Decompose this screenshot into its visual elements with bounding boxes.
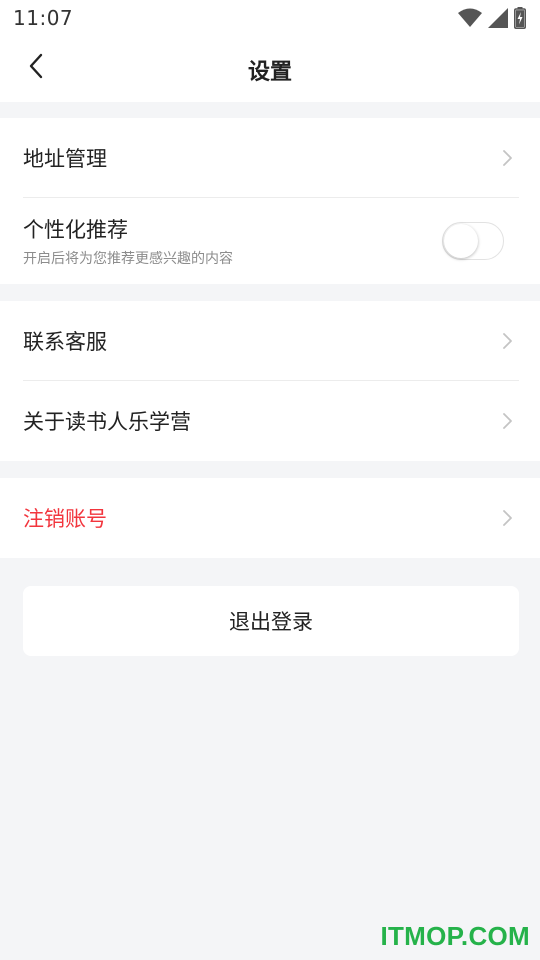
chevron-right-icon (503, 413, 512, 429)
about-app-item[interactable]: 关于读书人乐学营 (23, 381, 519, 461)
logout-button[interactable]: 退出登录 (23, 586, 519, 656)
cellular-signal-icon (488, 8, 508, 28)
watermark: ITMOP.COM (380, 921, 530, 951)
contact-support-label: 联系客服 (23, 329, 107, 354)
delete-account-label: 注销账号 (23, 507, 107, 531)
status-time: 11:07 (13, 6, 74, 30)
status-bar: 11:07 (0, 0, 540, 36)
toggle-knob (444, 224, 478, 258)
settings-group-general: 地址管理 个性化推荐 开启后将为您推荐更感兴趣的内容 (0, 118, 540, 284)
address-management-item[interactable]: 地址管理 (23, 118, 519, 198)
wifi-icon (458, 8, 482, 28)
status-icons (458, 7, 526, 29)
delete-account-item[interactable]: 注销账号 (23, 478, 519, 558)
settings-group-account: 注销账号 (0, 478, 540, 558)
page-title: 设置 (247, 60, 292, 85)
personalized-recommendation-text: 个性化推荐 开启后将为您推荐更感兴趣的内容 (23, 214, 233, 268)
nav-bar: 设置 (0, 36, 540, 102)
personalized-recommendation-subtitle: 开启后将为您推荐更感兴趣的内容 (23, 251, 233, 267)
contact-support-item[interactable]: 联系客服 (23, 301, 519, 381)
chevron-right-icon (503, 332, 512, 349)
settings-group-about: 联系客服 关于读书人乐学营 (0, 301, 540, 461)
chevron-right-icon (503, 149, 512, 166)
address-management-label: 地址管理 (23, 146, 107, 171)
about-app-label: 关于读书人乐学营 (23, 410, 191, 434)
personalized-recommendation-toggle[interactable] (442, 222, 504, 260)
chevron-right-icon (503, 510, 512, 526)
battery-charging-icon (514, 7, 526, 29)
personalized-recommendation-item: 个性化推荐 开启后将为您推荐更感兴趣的内容 (23, 198, 519, 284)
personalized-recommendation-label: 个性化推荐 (23, 218, 128, 242)
